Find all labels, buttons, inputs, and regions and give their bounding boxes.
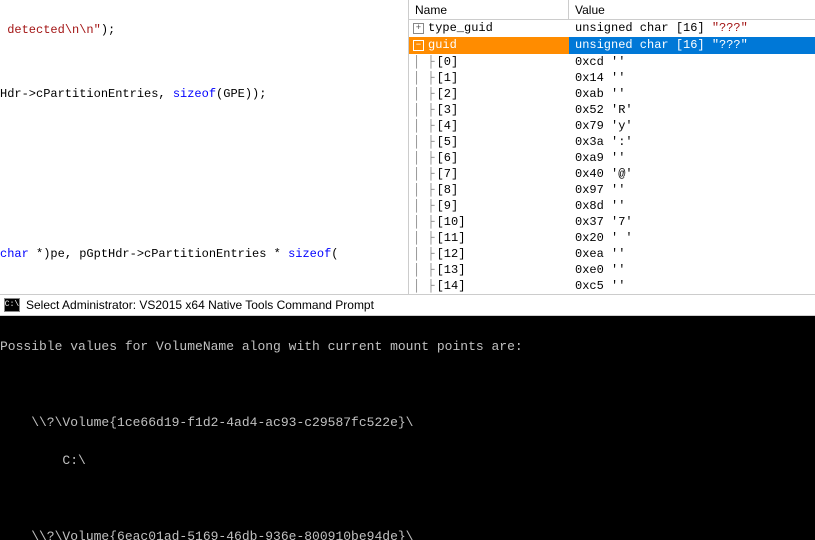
tree-line-icon: │ ├: [413, 230, 435, 246]
tree-line-icon: │ ├: [413, 198, 435, 214]
watch-body[interactable]: + type_guid unsigned char [16] "???" −gui…: [409, 20, 815, 294]
code-text: detected: [0, 23, 65, 37]
watch-row[interactable]: │ ├ [12] 0xea '': [409, 246, 815, 262]
watch-index: [0]: [437, 54, 459, 70]
watch-panel[interactable]: Name Value + type_guid unsigned char [16]…: [408, 0, 815, 294]
watch-value-quoted: "???": [712, 21, 748, 35]
watch-row[interactable]: │ ├ [1] 0x14 '': [409, 70, 815, 86]
code-keyword: sizeof: [288, 247, 331, 261]
console-output[interactable]: Possible values for VolumeName along wit…: [0, 316, 815, 540]
tree-line-icon: │ ├: [413, 118, 435, 134]
watch-row[interactable]: │ ├ [2] 0xab '': [409, 86, 815, 102]
watch-value: 0x52 'R': [569, 102, 815, 118]
tree-line-icon: │ ├: [413, 166, 435, 182]
watch-value: 0xc5 '': [569, 278, 815, 294]
watch-row[interactable]: │ ├ [13] 0xe0 '': [409, 262, 815, 278]
watch-row[interactable]: │ ├ [0] 0xcd '': [409, 54, 815, 70]
watch-value: 0xe0 '': [569, 262, 815, 278]
tree-line-icon: │ ├: [413, 134, 435, 150]
watch-index: [3]: [437, 102, 459, 118]
watch-index: [8]: [437, 182, 459, 198]
watch-index: [1]: [437, 70, 459, 86]
code-text: \n\n": [65, 23, 101, 37]
console-titlebar[interactable]: C:\ Select Administrator: VS2015 x64 Nat…: [0, 294, 815, 316]
tree-line-icon: │ ├: [413, 102, 435, 118]
watch-value: 0x37 '7': [569, 214, 815, 230]
watch-index: [12]: [437, 246, 466, 262]
code-text: );: [101, 23, 115, 37]
watch-row[interactable]: + type_guid unsigned char [16] "???": [409, 20, 815, 37]
watch-value: 0xea '': [569, 246, 815, 262]
watch-index: [13]: [437, 262, 466, 278]
tree-line-icon: │ ├: [413, 86, 435, 102]
watch-value: 0x40 '@': [569, 166, 815, 182]
watch-value: 0x3a ':': [569, 134, 815, 150]
watch-name: guid: [428, 37, 457, 54]
watch-index: [14]: [437, 278, 466, 294]
tree-line-icon: │ ├: [413, 54, 435, 70]
cmd-icon: C:\: [4, 298, 20, 312]
watch-row[interactable]: │ ├ [3] 0x52 'R': [409, 102, 815, 118]
watch-value: unsigned char [16]: [575, 38, 712, 52]
tree-line-icon: │ ├: [413, 150, 435, 166]
tree-line-icon: │ ├: [413, 278, 435, 294]
watch-row[interactable]: │ ├ [5] 0x3a ':': [409, 134, 815, 150]
console-title-text: Select Administrator: VS2015 x64 Native …: [26, 298, 374, 312]
collapse-icon[interactable]: −: [413, 40, 424, 51]
code-editor[interactable]: detected\n\n"); Hdr->cPartitionEntries, …: [0, 0, 408, 294]
code-keyword: sizeof: [173, 87, 216, 101]
watch-value: 0x20 ' ': [569, 230, 815, 246]
console-line: Possible values for VolumeName along wit…: [0, 337, 815, 356]
watch-value: 0x14 '': [569, 70, 815, 86]
watch-value: 0x79 'y': [569, 118, 815, 134]
expand-icon[interactable]: +: [413, 23, 424, 34]
watch-row[interactable]: │ ├ [10] 0x37 '7': [409, 214, 815, 230]
tree-line-icon: │ ├: [413, 182, 435, 198]
tree-line-icon: │ ├: [413, 70, 435, 86]
watch-row[interactable]: │ ├ [14] 0xc5 '': [409, 278, 815, 294]
watch-row[interactable]: │ ├ [4] 0x79 'y': [409, 118, 815, 134]
watch-value: 0xcd '': [569, 54, 815, 70]
tree-line-icon: │ ├: [413, 214, 435, 230]
column-header-name[interactable]: Name: [409, 0, 569, 19]
watch-header: Name Value: [409, 0, 815, 20]
watch-index: [5]: [437, 134, 459, 150]
console-line: C:\: [0, 451, 815, 470]
code-text: (: [331, 247, 338, 261]
watch-value-quoted: "???": [712, 38, 748, 52]
tree-line-icon: │ ├: [413, 246, 435, 262]
code-keyword: char: [0, 247, 29, 261]
tree-line-icon: │ ├: [413, 262, 435, 278]
watch-index: [11]: [437, 230, 466, 246]
watch-index: [10]: [437, 214, 466, 230]
watch-row[interactable]: │ ├ [8] 0x97 '': [409, 182, 815, 198]
watch-row[interactable]: │ ├ [11] 0x20 ' ': [409, 230, 815, 246]
watch-value: unsigned char [16]: [575, 21, 712, 35]
watch-row[interactable]: │ ├ [9] 0x8d '': [409, 198, 815, 214]
watch-index: [4]: [437, 118, 459, 134]
watch-row[interactable]: │ ├ [6] 0xa9 '': [409, 150, 815, 166]
watch-index: [9]: [437, 198, 459, 214]
code-text: Hdr->cPartitionEntries,: [0, 87, 173, 101]
watch-row-selected[interactable]: −guid unsigned char [16] "???": [409, 37, 815, 54]
watch-value: 0xab '': [569, 86, 815, 102]
watch-name: type_guid: [428, 20, 493, 37]
code-text: (GPE));: [216, 87, 266, 101]
watch-value: 0x97 '': [569, 182, 815, 198]
code-text: *)pe, pGptHdr->cPartitionEntries *: [29, 247, 288, 261]
watch-index: [7]: [437, 166, 459, 182]
column-header-value[interactable]: Value: [569, 0, 815, 19]
console-line: \\?\Volume{6eac01ad-5169-46db-936e-80091…: [0, 527, 815, 540]
watch-index: [2]: [437, 86, 459, 102]
watch-value: 0xa9 '': [569, 150, 815, 166]
watch-value: 0x8d '': [569, 198, 815, 214]
watch-index: [6]: [437, 150, 459, 166]
watch-row[interactable]: │ ├ [7] 0x40 '@': [409, 166, 815, 182]
console-line: \\?\Volume{1ce66d19-f1d2-4ad4-ac93-c2958…: [0, 413, 815, 432]
